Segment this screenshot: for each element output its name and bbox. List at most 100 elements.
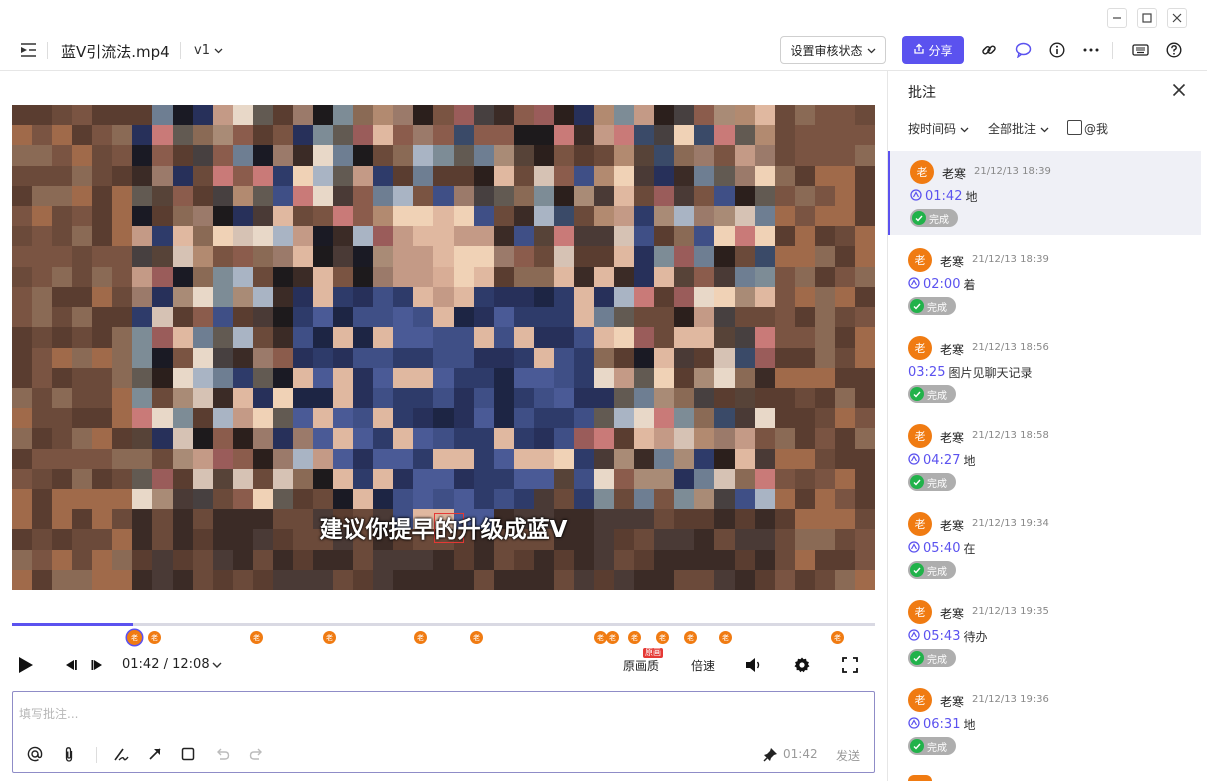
mention-icon[interactable]	[26, 745, 44, 763]
speed-button[interactable]: 倍速	[691, 657, 715, 674]
status-badge[interactable]: 完成	[908, 473, 956, 491]
playlist-toggle-icon[interactable]	[20, 42, 38, 62]
mosaic-cell	[112, 387, 133, 409]
maximize-icon[interactable]	[1137, 8, 1157, 28]
comment-timecode[interactable]: 03:25	[908, 365, 945, 380]
comment-item[interactable]: 老老寒 21/12/13 18:58 04:27 地完成	[888, 415, 1201, 499]
pen-draw-icon[interactable]	[112, 745, 130, 763]
share-button[interactable]: 分享	[902, 36, 964, 64]
version-select[interactable]: v1	[194, 43, 223, 58]
mosaic-cell	[594, 145, 615, 166]
quality-button[interactable]: 原画质	[623, 657, 659, 674]
arrow-draw-icon[interactable]	[146, 745, 164, 763]
sort-dropdown[interactable]: 按时间码	[908, 120, 969, 137]
mention-me-checkbox[interactable]	[1067, 120, 1082, 135]
status-badge[interactable]: 完成	[908, 561, 956, 579]
comment-item[interactable]: 老老寒 21/12/13 18:39 01:42 地完成	[888, 151, 1201, 235]
comment-timecode[interactable]: 05:40	[923, 541, 960, 556]
rectangle-draw-icon[interactable]	[179, 745, 197, 763]
mosaic-cell	[172, 226, 193, 247]
video-player[interactable]: 建议你提早的升级成蓝V	[12, 105, 875, 590]
comment-timecode[interactable]: 06:31	[923, 717, 960, 732]
comment-item[interactable]: 老老寒 21/12/13 19:36 06:31 地完成	[888, 679, 1201, 763]
pin-icon[interactable]	[761, 745, 779, 763]
mosaic-cell	[694, 105, 715, 126]
timeline-comment-marker[interactable]: 老	[414, 631, 427, 644]
mosaic-cell	[12, 307, 33, 328]
timecode-format-chevron-icon[interactable]	[210, 658, 224, 672]
review-status-button[interactable]: 设置审核状态	[780, 36, 886, 64]
keyboard-icon[interactable]	[1130, 40, 1150, 60]
mosaic-cell	[433, 185, 454, 207]
mosaic-cell	[152, 488, 173, 510]
status-badge[interactable]: 完成	[908, 649, 956, 667]
mosaic-cell	[694, 307, 715, 328]
comment-timecode[interactable]: 04:27	[923, 453, 960, 468]
close-window-icon[interactable]	[1167, 8, 1187, 28]
mosaic-cell	[694, 226, 715, 247]
timeline-comment-marker[interactable]: 老	[656, 631, 669, 644]
info-icon[interactable]	[1047, 40, 1067, 60]
mosaic-cell	[513, 448, 534, 469]
comment-item[interactable]: 老老寒 21/12/13 18:39 02:00 着完成	[888, 239, 1201, 323]
mosaic-cell	[92, 488, 113, 510]
timeline-comment-marker[interactable]: 老	[719, 631, 732, 644]
mosaic-cell	[854, 105, 875, 126]
mosaic-cell	[854, 428, 875, 449]
next-frame-icon[interactable]	[90, 657, 106, 673]
status-badge[interactable]: 完成	[908, 737, 956, 755]
comment-icon[interactable]	[1013, 40, 1033, 60]
timeline-comment-marker[interactable]: 老	[250, 631, 263, 644]
redo-icon[interactable]	[247, 745, 265, 763]
status-badge[interactable]: 完成	[910, 209, 958, 227]
mosaic-cell	[313, 185, 334, 207]
timeline-comment-marker[interactable]: 老	[148, 631, 161, 644]
timeline-track[interactable]	[12, 623, 875, 626]
timeline-comment-marker[interactable]: 老	[684, 631, 697, 644]
mosaic-cell	[92, 549, 113, 570]
timeline-comment-marker[interactable]: 老	[606, 631, 619, 644]
attachment-icon[interactable]	[60, 745, 78, 763]
comment-body: 02:00 着	[908, 276, 975, 293]
undo-icon[interactable]	[213, 745, 231, 763]
comment-composer[interactable]: 填写批注... 01:42 发送	[12, 691, 875, 773]
timeline-comment-marker[interactable]: 老	[127, 630, 142, 645]
volume-icon[interactable]	[745, 656, 763, 674]
comment-item[interactable]: 老老寒 21/12/13 19:35 05:43 待办 完成	[888, 591, 1201, 675]
comment-timecode[interactable]: 05:43	[923, 629, 960, 644]
mosaic-cell	[52, 468, 73, 489]
mosaic-cell	[674, 367, 695, 388]
comment-item[interactable]: 老老寒 21/12/13 19:34 05:40 在完成	[888, 503, 1201, 587]
mosaic-cell	[112, 488, 133, 510]
send-button[interactable]: 发送	[836, 747, 860, 764]
timeline-comment-marker[interactable]: 老	[831, 631, 844, 644]
filter-dropdown[interactable]: 全部批注	[988, 120, 1049, 137]
timeline-comment-marker[interactable]: 老	[628, 631, 641, 644]
close-panel-icon[interactable]	[1172, 81, 1186, 102]
mosaic-cell	[353, 549, 374, 570]
comment-input[interactable]: 填写批注...	[19, 705, 78, 722]
minimize-icon[interactable]	[1107, 8, 1127, 28]
mosaic-cell	[573, 488, 595, 510]
comment-item[interactable]: 老老寒 21/12/13 18:56 03:25 图片见聊天记录 完成	[888, 327, 1201, 411]
status-badge[interactable]: 完成	[908, 385, 956, 403]
mosaic-cell	[232, 226, 253, 247]
mosaic-cell	[433, 387, 454, 409]
comment-timecode[interactable]: 01:42	[925, 189, 962, 204]
settings-gear-icon[interactable]	[793, 656, 811, 674]
fullscreen-icon[interactable]	[841, 656, 859, 674]
comment-timecode[interactable]: 02:00	[923, 277, 960, 292]
mosaic-cell	[493, 448, 514, 469]
timeline-comment-marker[interactable]: 老	[470, 631, 483, 644]
more-icon[interactable]	[1081, 40, 1101, 60]
previous-frame-icon[interactable]	[62, 657, 78, 673]
mosaic-cell	[774, 307, 795, 328]
play-icon[interactable]	[16, 655, 36, 675]
timeline-comment-marker[interactable]: 老	[323, 631, 336, 644]
mosaic-cell	[854, 125, 875, 146]
mosaic-cell	[493, 347, 514, 368]
link-icon[interactable]	[979, 40, 999, 60]
mosaic-cell	[734, 145, 755, 166]
status-badge[interactable]: 完成	[908, 297, 956, 315]
help-icon[interactable]	[1164, 40, 1184, 60]
